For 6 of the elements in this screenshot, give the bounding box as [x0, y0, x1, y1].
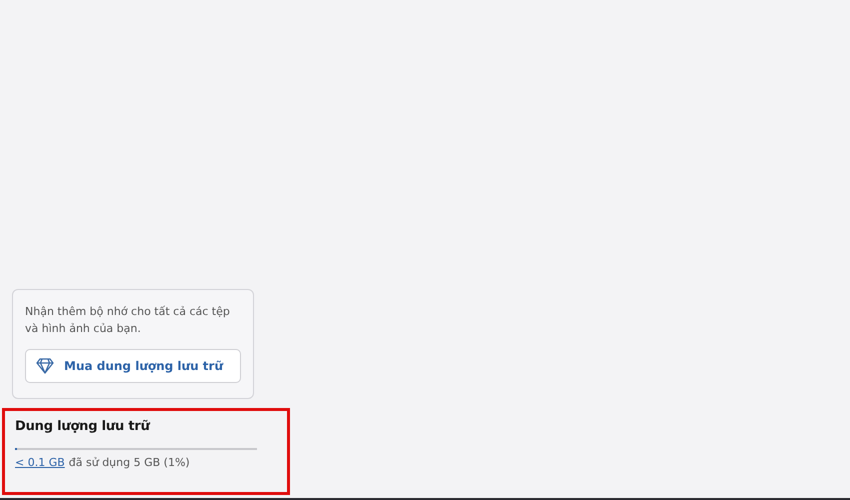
buy-storage-button[interactable]: Mua dung lượng lưu trữ: [25, 349, 241, 383]
usage-text: đã sử dụng 5 GB (1%): [68, 456, 190, 469]
storage-title: Dung lượng lưu trữ: [15, 419, 152, 434]
used-amount-link[interactable]: < 0.1 GB: [15, 456, 65, 469]
diamond-icon: [36, 358, 54, 374]
promo-text: Nhận thêm bộ nhớ cho tất cả các tệp và hình ảnh của bạn.: [25, 304, 231, 337]
